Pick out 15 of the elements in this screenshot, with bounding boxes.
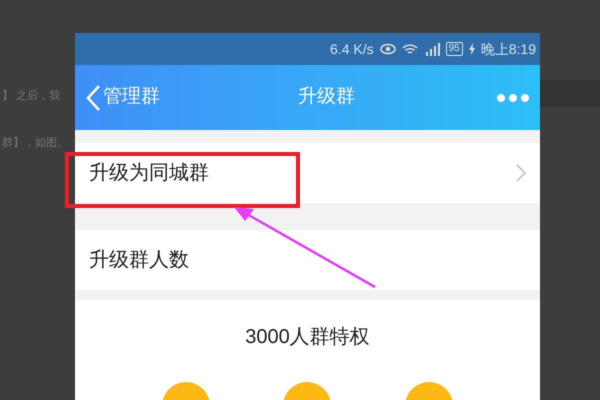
battery-level: 95 bbox=[446, 42, 463, 56]
background-text: 群】，如图。 bbox=[2, 136, 69, 150]
menu-row[interactable]: 升级为同城群 bbox=[75, 143, 540, 203]
page-title: 升级群 bbox=[297, 85, 356, 110]
network-speed: 6.4 K/s bbox=[330, 40, 374, 58]
signal-icon bbox=[424, 42, 440, 56]
more-icon[interactable] bbox=[496, 92, 530, 102]
charging-icon bbox=[468, 43, 475, 55]
clock-time: 晚上8:19 bbox=[480, 40, 536, 58]
eye-icon bbox=[380, 43, 396, 55]
privilege-title: 3000人群特权 bbox=[245, 325, 370, 350]
wifi-icon bbox=[402, 42, 418, 56]
menu-row[interactable]: 升级群人数 bbox=[75, 230, 540, 290]
background-text: 】 之后，我 bbox=[2, 88, 62, 104]
back-icon bbox=[85, 84, 101, 112]
